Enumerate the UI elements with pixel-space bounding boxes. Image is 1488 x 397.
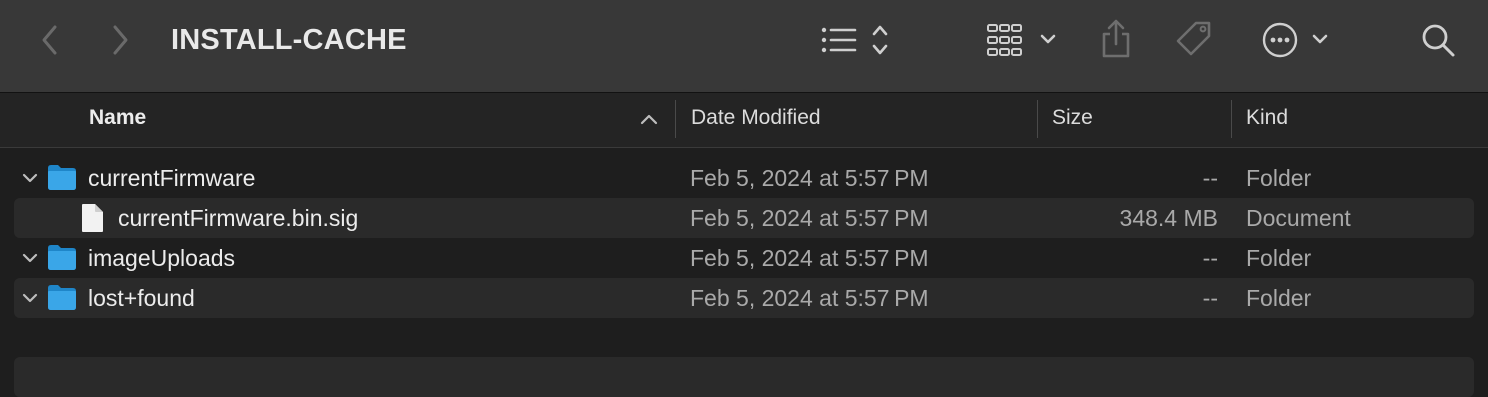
file-size: -- [1202,165,1218,191]
chevron-right-icon [113,25,128,55]
column-name[interactable]: Name [89,93,649,147]
action-menu-button[interactable] [1260,20,1332,60]
file-name: lost+found [88,285,195,311]
list-item[interactable]: currentFirmware Feb 5, 2024 at 5:57 PM -… [14,158,1474,198]
tag-button[interactable] [1172,18,1218,62]
disclosure-expanded-icon[interactable] [18,238,42,278]
back-button[interactable] [34,22,66,58]
document-icon [80,203,104,238]
disclosure-expanded-icon[interactable] [18,158,42,198]
file-name: imageUploads [88,245,236,271]
list-item[interactable]: lost+found Feb 5, 2024 at 5:57 PM -- Fol… [14,278,1474,318]
column-date-modified[interactable]: Date Modified [691,93,1031,147]
window-title: INSTALL-CACHE [171,24,407,56]
folder-icon [47,164,77,196]
file-kind: Document [1246,205,1351,231]
column-header: Name Date Modified Size Kind [0,93,1488,148]
date-modified: Feb 5, 2024 at 5:57 PM [690,205,929,231]
list-view-icon [821,25,888,55]
column-divider[interactable] [1037,100,1038,138]
column-size[interactable]: Size [1052,93,1222,147]
chevron-left-icon [42,25,57,55]
more-actions-icon [1262,22,1328,58]
folder-icon [47,244,77,276]
file-size: -- [1202,285,1218,311]
empty-row [14,357,1474,397]
view-mode-button[interactable] [816,20,896,60]
list-item[interactable]: imageUploads Feb 5, 2024 at 5:57 PM -- F… [14,238,1474,278]
group-button[interactable] [984,20,1060,60]
list-item[interactable]: currentFirmware.bin.sig Feb 5, 2024 at 5… [14,198,1474,238]
tag-icon [1176,21,1211,56]
file-kind: Folder [1246,285,1312,311]
date-modified: Feb 5, 2024 at 5:57 PM [690,165,929,191]
folder-icon [47,284,77,316]
column-divider[interactable] [1231,100,1232,138]
file-name: currentFirmware.bin.sig [118,205,359,231]
date-modified: Feb 5, 2024 at 5:57 PM [690,245,929,271]
column-divider[interactable] [675,100,676,138]
forward-button[interactable] [104,22,136,58]
toolbar: INSTALL-CACHE [0,0,1488,93]
share-icon [1102,19,1130,58]
file-kind: Folder [1246,245,1312,271]
file-kind: Folder [1246,165,1312,191]
date-modified: Feb 5, 2024 at 5:57 PM [690,285,929,311]
file-size: 348.4 MB [1119,205,1218,231]
column-kind[interactable]: Kind [1246,93,1466,147]
file-size: -- [1202,245,1218,271]
disclosure-expanded-icon[interactable] [18,278,42,318]
search-button[interactable] [1418,20,1458,60]
grid-group-icon [987,24,1056,56]
file-name: currentFirmware [88,165,256,191]
sort-ascending-icon[interactable] [638,110,660,130]
share-button[interactable] [1096,18,1136,62]
search-icon [1422,24,1455,57]
